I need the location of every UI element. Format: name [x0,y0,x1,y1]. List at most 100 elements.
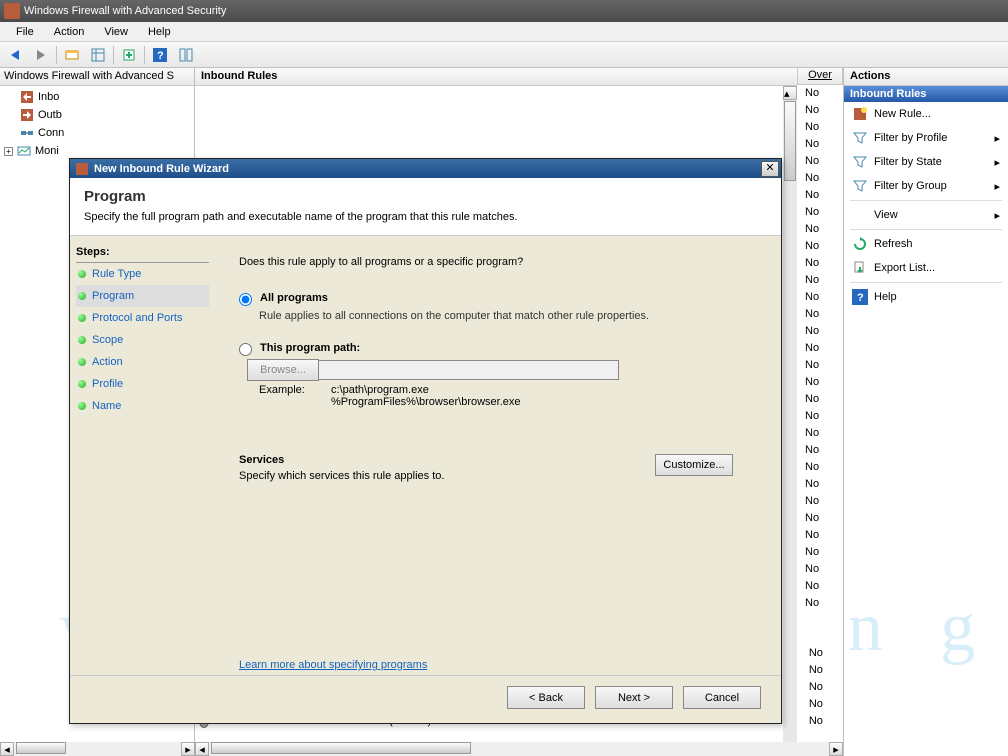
tree-scroll-left[interactable]: ◂ [0,742,14,756]
example-2: %ProgramFiles%\browser\browser.exe [331,396,521,408]
override-cell: No [801,443,839,460]
back-button[interactable]: < Back [507,686,585,709]
list-hscroll[interactable]: ◂ ▸ [195,742,843,756]
override-cell: No [801,409,839,426]
wizard-subheading: Specify the full program path and execut… [84,211,767,223]
override-cell: No [801,392,839,409]
actions-panel: Actions Inbound Rules New Rule... Filter… [843,68,1008,756]
learn-link[interactable]: Learn more about specifying programs [239,659,427,671]
menubar: File Action View Help [0,22,1008,42]
actions-header: Actions [844,68,1008,86]
override-cell: No [801,222,839,239]
svg-text:?: ? [857,292,864,304]
arrow-back-icon [11,50,19,60]
tree-scroll-right[interactable]: ▸ [181,742,195,756]
radio-program-path[interactable] [239,343,252,356]
tree-item-inbound[interactable]: Inbo [2,88,192,106]
action-refresh[interactable]: Refresh [844,232,1008,256]
back-button[interactable] [4,44,26,66]
override-cell: No [801,341,839,358]
action-filter-state[interactable]: Filter by State▸ [844,150,1008,174]
override-cell: No [801,596,839,613]
wizard-titlebar[interactable]: New Inbound Rule Wizard ✕ [70,159,781,178]
svg-text:?: ? [157,50,164,62]
override-cell: No [801,528,839,545]
action-help[interactable]: ?Help [844,285,1008,309]
override-cell: No [801,460,839,477]
next-button[interactable]: Next > [595,686,673,709]
tb-help-button[interactable]: ? [149,44,171,66]
step-profile[interactable]: Profile [76,373,209,395]
override-column: Over NoNoNoNoNoNoNoNoNoNoNoNoNoNoNoNoNoN… [797,68,843,102]
window-title: Windows Firewall with Advanced Security [24,5,226,17]
customize-button[interactable]: Customize... [655,454,733,476]
override-cell: No [801,154,839,171]
tb-btn-5[interactable] [175,44,197,66]
override-cell: No [801,426,839,443]
browse-button: Browse... [247,359,319,381]
override-cell: No [801,120,839,137]
tree-item-connection[interactable]: Conn [2,124,192,142]
override-cell: No [801,579,839,596]
col-override-header[interactable]: Over [797,68,843,85]
wizard-header: Program Specify the full program path an… [70,178,781,236]
action-filter-profile[interactable]: Filter by Profile▸ [844,126,1008,150]
tb-btn-3[interactable] [118,44,140,66]
label-all-programs[interactable]: All programs [260,292,328,304]
override-cell: No [801,103,839,120]
action-view[interactable]: View▸ [844,203,1008,227]
tb-btn-1[interactable] [61,44,83,66]
override-cell: No [801,86,839,103]
example-1: c:\path\program.exe [331,384,521,396]
step-action[interactable]: Action [76,351,209,373]
expand-icon[interactable]: + [4,147,13,156]
wizard-content: Does this rule apply to all programs or … [215,236,781,675]
center-header: Inbound Rules [195,68,843,86]
wizard-dialog: New Inbound Rule Wizard ✕ Program Specif… [69,158,782,724]
menu-file[interactable]: File [6,24,44,40]
action-export[interactable]: Export List... [844,256,1008,280]
wizard-title: New Inbound Rule Wizard [94,163,761,175]
menu-view[interactable]: View [94,24,138,40]
wizard-steps: Steps: Rule TypeProgramProtocol and Port… [70,236,215,675]
override-cell: No [801,239,839,256]
steps-header: Steps: [76,244,209,263]
override-cell: No [801,562,839,579]
wizard-icon [74,161,90,177]
override-cell: No [801,171,839,188]
step-name[interactable]: Name [76,395,209,417]
tb-btn-2[interactable] [87,44,109,66]
menu-action[interactable]: Action [44,24,95,40]
override-cell: No [801,477,839,494]
override-cell: No [801,290,839,307]
override-cell: No [801,375,839,392]
label-program-path[interactable]: This program path: [260,342,360,354]
actions-section: Inbound Rules [844,86,1008,102]
app-icon [4,3,20,19]
override-cell: No [801,307,839,324]
forward-button[interactable] [30,44,52,66]
step-scope[interactable]: Scope [76,329,209,351]
wizard-heading: Program [84,188,767,205]
step-protocol-and-ports[interactable]: Protocol and Ports [76,307,209,329]
override-cell: No [801,358,839,375]
radio-all-programs[interactable] [239,293,252,306]
menu-help[interactable]: Help [138,24,181,40]
arrow-forward-icon [37,50,45,60]
step-program[interactable]: Program [76,285,209,307]
all-programs-sub: Rule applies to all connections on the c… [259,310,757,322]
override-cell: No [801,188,839,205]
titlebar: Windows Firewall with Advanced Security [0,0,1008,22]
override-cell: No [801,324,839,341]
override-cell: No [801,545,839,562]
close-button[interactable]: ✕ [761,161,779,177]
action-filter-group[interactable]: Filter by Group▸ [844,174,1008,198]
override-cell: No [801,494,839,511]
toolbar: ? [0,42,1008,68]
override-cell: No [801,511,839,528]
main: accu w e b h o s t i n g Windows Firewal… [0,68,1008,756]
tree-item-outbound[interactable]: Outb [2,106,192,124]
action-new-rule[interactable]: New Rule... [844,102,1008,126]
cancel-button[interactable]: Cancel [683,686,761,709]
step-rule-type[interactable]: Rule Type [76,263,209,285]
